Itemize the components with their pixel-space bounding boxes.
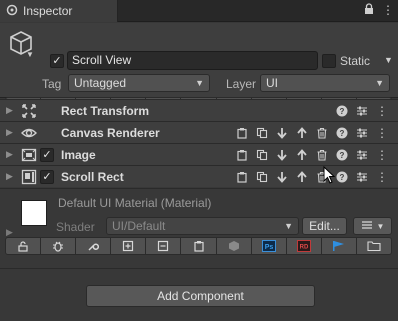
material-name: Default UI Material (Material) — [58, 196, 212, 210]
svg-text:?: ? — [340, 173, 345, 182]
help-icon[interactable]: ? — [334, 147, 350, 163]
active-checkbox[interactable]: ✓ — [50, 54, 64, 68]
lock-icon[interactable] — [5, 237, 42, 255]
preset-sliders-icon[interactable] — [354, 125, 370, 141]
component-enabled-checkbox[interactable]: ✓ — [40, 148, 54, 162]
material-toolbar: Ps RD — [5, 237, 393, 255]
component-scroll-rect[interactable]: ▶ ✓ Scroll Rect ? ⋮ — [0, 165, 398, 187]
kebab-menu-icon[interactable]: ⋮ — [382, 3, 394, 18]
component-rect-transform[interactable]: ▶ Rect Transform ? ⋮ — [0, 99, 398, 121]
rd-icon[interactable]: RD — [286, 237, 322, 255]
tab-bar: Inspector ⋮ — [0, 0, 398, 22]
tab-title: Inspector — [23, 4, 73, 18]
bug-icon[interactable] — [41, 237, 77, 255]
move-up-icon[interactable] — [294, 169, 310, 185]
kebab-menu-icon[interactable]: ⋮ — [374, 169, 390, 185]
section-divider — [0, 268, 398, 269]
chevron-down-icon: ▼ — [376, 221, 385, 231]
help-icon[interactable]: ? — [334, 169, 350, 185]
image-icon — [21, 147, 37, 163]
tab-inspector[interactable]: Inspector — [0, 0, 118, 22]
paste-icon[interactable] — [254, 125, 270, 141]
foldout-arrow-icon[interactable]: ▶ — [6, 127, 13, 138]
rect-transform-icon — [21, 103, 37, 119]
add-component-button[interactable]: Add Component — [86, 285, 315, 307]
add-square-icon[interactable] — [111, 237, 147, 255]
gameobject-name-field[interactable]: Scroll View — [67, 51, 318, 70]
copy-clipboard-icon[interactable] — [234, 125, 250, 141]
copy-clipboard-icon[interactable] — [234, 147, 250, 163]
tag-dropdown[interactable]: Untagged ▼ — [68, 74, 210, 92]
photoshop-icon-label: Ps — [264, 244, 273, 251]
move-down-icon[interactable] — [274, 125, 290, 141]
preset-sliders-icon[interactable] — [354, 147, 370, 163]
move-up-icon[interactable] — [294, 125, 310, 141]
foldout-arrow-icon[interactable]: ▶ — [6, 171, 13, 182]
scroll-rect-icon — [21, 169, 37, 185]
component-title: Rect Transform — [61, 104, 150, 118]
component-title: Canvas Renderer — [61, 126, 160, 140]
blue-flag-icon[interactable] — [321, 237, 357, 255]
lock-icon[interactable] — [364, 3, 374, 18]
layer-dropdown[interactable]: UI ▼ — [260, 74, 390, 92]
kebab-menu-icon[interactable]: ⋮ — [374, 125, 390, 141]
photoshop-icon[interactable]: Ps — [251, 237, 287, 255]
wrench-icon[interactable] — [76, 237, 112, 255]
move-up-icon[interactable] — [294, 147, 310, 163]
trash-icon[interactable] — [314, 147, 330, 163]
component-title: Scroll Rect — [61, 170, 124, 184]
component-image[interactable]: ▶ ✓ Image ? ⋮ — [0, 143, 398, 165]
svg-text:?: ? — [340, 107, 345, 116]
kebab-menu-icon[interactable]: ⋮ — [374, 147, 390, 163]
preset-sliders-icon[interactable] — [354, 169, 370, 185]
list-icon — [361, 219, 373, 233]
move-down-icon[interactable] — [274, 169, 290, 185]
gameobject-header: ▼ ✓ Scroll View Static ▼ Tag Untagged ▼ … — [0, 23, 398, 115]
component-canvas-renderer[interactable]: ▶ Canvas Renderer ? ⋮ — [0, 121, 398, 143]
paste-icon[interactable] — [254, 147, 270, 163]
folder-icon[interactable] — [356, 237, 393, 255]
copy-clipboard-icon[interactable] — [234, 169, 250, 185]
shader-dropdown[interactable]: UI/Default ▼ — [106, 217, 299, 235]
clipboard-icon[interactable] — [181, 237, 217, 255]
shader-value: UI/Default — [112, 219, 166, 233]
rd-icon-label: RD — [299, 245, 308, 251]
mouse-cursor-icon — [323, 165, 336, 187]
layer-label: Layer — [226, 77, 257, 91]
eye-icon — [21, 125, 37, 141]
chevron-down-icon: ▼ — [284, 221, 293, 231]
tag-value: Untagged — [74, 76, 127, 90]
edit-shader-button[interactable]: Edit... — [302, 217, 347, 235]
paste-icon[interactable] — [254, 169, 270, 185]
foldout-arrow-icon[interactable]: ▶ — [6, 149, 13, 160]
component-title: Image — [61, 148, 96, 162]
layer-value: UI — [266, 76, 278, 90]
inspector-tab-icon — [6, 4, 18, 19]
shader-label: Shader — [56, 220, 95, 234]
chevron-down-icon: ▼ — [195, 78, 204, 88]
trash-icon[interactable] — [314, 125, 330, 141]
remove-square-icon[interactable] — [146, 237, 182, 255]
box-icon[interactable] — [216, 237, 252, 255]
kebab-menu-icon[interactable]: ⋮ — [374, 103, 390, 119]
component-enabled-checkbox[interactable]: ✓ — [40, 170, 54, 184]
help-icon[interactable]: ? — [334, 125, 350, 141]
move-down-icon[interactable] — [274, 147, 290, 163]
foldout-arrow-icon[interactable]: ▶ — [6, 105, 13, 116]
svg-text:?: ? — [340, 129, 345, 138]
chevron-down-icon: ▼ — [375, 78, 384, 88]
static-label: Static — [340, 54, 371, 68]
shader-options-button[interactable]: ▼ — [353, 217, 392, 235]
material-section: Default UI Material (Material) ▶ Shader … — [0, 188, 398, 256]
static-dropdown-arrow[interactable]: ▼ — [384, 55, 393, 65]
material-preview-swatch[interactable] — [21, 200, 47, 226]
icon-dropdown-arrow[interactable]: ▼ — [26, 50, 34, 59]
preset-sliders-icon[interactable] — [354, 103, 370, 119]
static-checkbox[interactable] — [322, 54, 336, 68]
help-icon[interactable]: ? — [334, 103, 350, 119]
svg-text:?: ? — [340, 151, 345, 160]
tag-label: Tag — [42, 77, 62, 91]
